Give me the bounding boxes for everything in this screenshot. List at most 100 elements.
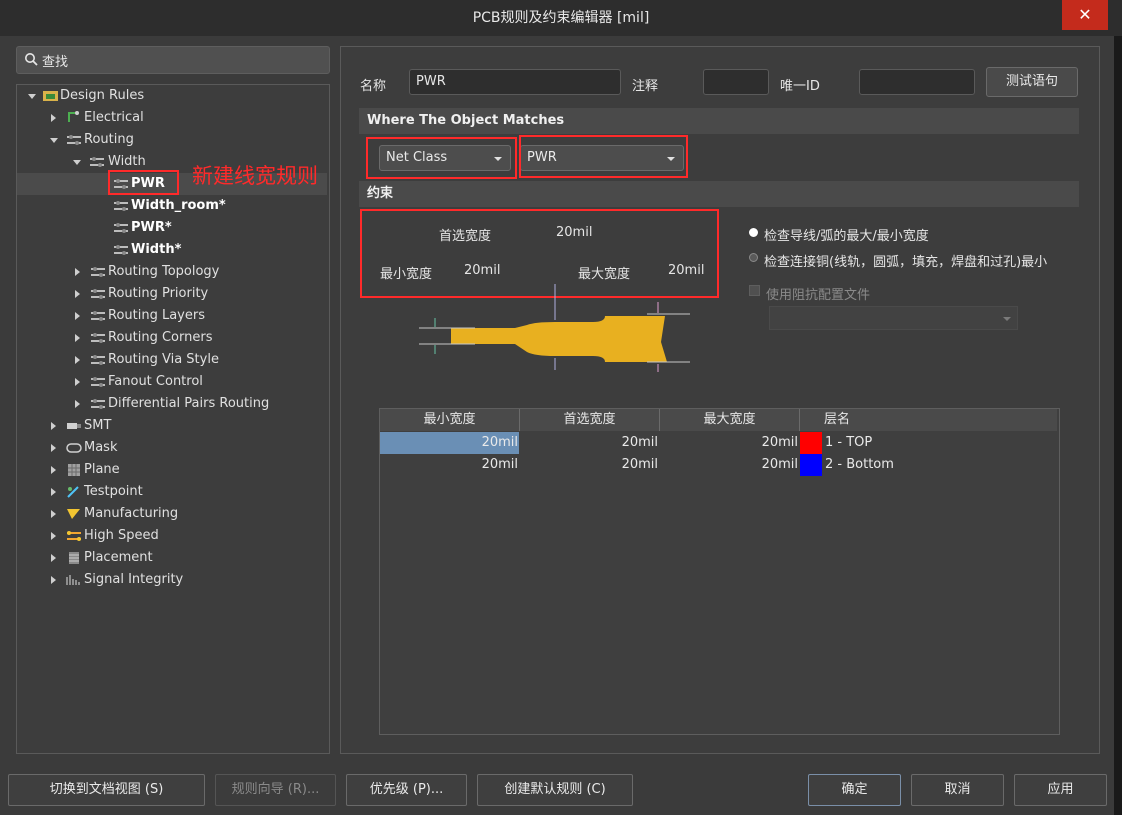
tree-item-routing-priority[interactable]: Routing Priority	[108, 283, 208, 305]
unique-id-field[interactable]	[859, 69, 975, 95]
tree-item-electrical[interactable]: Electrical	[84, 107, 144, 129]
table-cell-layer-name[interactable]: 1 - TOP	[825, 432, 872, 454]
name-label: 名称	[360, 79, 387, 94]
tree-item-manufacturing[interactable]: Manufacturing	[84, 503, 178, 525]
table-cell-preferred-width[interactable]: 20mil	[520, 432, 658, 454]
tree-item-routing-topology[interactable]: Routing Topology	[108, 261, 219, 283]
background-strip	[1114, 36, 1122, 815]
tree-item-smt[interactable]: SMT	[84, 415, 111, 437]
expand-arrow-icon[interactable]	[51, 114, 56, 122]
apply-button[interactable]: 应用	[1014, 774, 1107, 806]
electrical-icon	[68, 111, 79, 122]
mask-icon	[66, 443, 82, 453]
placement-icon	[69, 552, 79, 564]
rule-icon	[90, 157, 104, 167]
close-button[interactable]: ✕	[1062, 0, 1108, 30]
option-check-connected-copper-label: 检查连接铜(线轨，圆弧，填充，焊盘和过孔)最小	[764, 255, 1048, 270]
tree-item-routing-corners[interactable]: Routing Corners	[108, 327, 212, 349]
table-cell-preferred-width[interactable]: 20mil	[520, 454, 658, 476]
expand-arrow-icon[interactable]	[51, 510, 56, 518]
signal-integrity-icon	[66, 575, 80, 585]
tree-item-rule-width-room[interactable]: Width_room*	[131, 195, 226, 217]
rule-icon	[114, 223, 128, 233]
tree-item-routing[interactable]: Routing	[84, 129, 134, 151]
table-cell-min-width[interactable]: 20mil	[380, 432, 518, 454]
expand-arrow-icon[interactable]	[75, 312, 80, 320]
column-header-min-width[interactable]: 最小宽度	[380, 409, 519, 431]
tree-item-placement[interactable]: Placement	[84, 547, 153, 569]
collapse-arrow-icon[interactable]	[50, 138, 58, 143]
tree-item-routing-layers[interactable]: Routing Layers	[108, 305, 205, 327]
tree-item-rule-pwr-star[interactable]: PWR*	[131, 217, 172, 239]
column-header-max-width[interactable]: 最大宽度	[660, 409, 799, 431]
expand-arrow-icon[interactable]	[75, 290, 80, 298]
testpoint-icon	[67, 486, 79, 498]
expand-arrow-icon[interactable]	[51, 576, 56, 584]
tree-item-signal-integrity[interactable]: Signal Integrity	[84, 569, 183, 591]
ok-button[interactable]: 确定	[808, 774, 901, 806]
create-default-rules-button[interactable]: 创建默认规则 (C)	[477, 774, 633, 806]
option-check-track-width-label: 检查导线/弧的最大/最小宽度	[764, 229, 929, 244]
rule-icon	[91, 399, 105, 409]
manufacturing-icon	[67, 509, 80, 519]
unique-id-label: 唯一ID	[780, 79, 820, 94]
expand-arrow-icon[interactable]	[75, 400, 80, 408]
name-field[interactable]: PWR	[409, 69, 621, 95]
constraints-heading: 约束	[359, 181, 1079, 207]
search-placeholder: 查找	[42, 55, 69, 70]
test-query-button[interactable]: 测试语句	[986, 67, 1078, 97]
priorities-button[interactable]: 优先级 (P)...	[346, 774, 467, 806]
highlight-box-new-rule	[108, 170, 179, 195]
tree-item-design-rules[interactable]: Design Rules	[60, 85, 144, 107]
expand-arrow-icon[interactable]	[51, 488, 56, 496]
table-cell-layer-name[interactable]: 2 - Bottom	[825, 454, 894, 476]
column-header-layer[interactable]: 层名	[824, 409, 850, 431]
plane-icon	[68, 464, 80, 476]
chevron-down-icon	[1003, 317, 1011, 321]
folder-icon	[43, 91, 58, 101]
impedance-profile-label: 使用阻抗配置文件	[766, 288, 871, 303]
trace-width-diagram-icon	[419, 284, 690, 372]
rule-icon	[91, 377, 105, 387]
impedance-profile-checkbox[interactable]	[749, 285, 760, 296]
expand-arrow-icon[interactable]	[51, 444, 56, 452]
tree-item-mask[interactable]: Mask	[84, 437, 117, 459]
radio-check-connected-copper[interactable]	[749, 253, 758, 262]
expand-arrow-icon[interactable]	[51, 466, 56, 474]
tree-item-high-speed[interactable]: High Speed	[84, 525, 159, 547]
tree-item-testpoint[interactable]: Testpoint	[84, 481, 143, 503]
cancel-button[interactable]: 取消	[911, 774, 1004, 806]
table-cell-max-width[interactable]: 20mil	[660, 432, 798, 454]
impedance-profile-dropdown[interactable]	[769, 306, 1018, 330]
tree-item-fanout-control[interactable]: Fanout Control	[108, 371, 203, 393]
switch-to-document-view-button[interactable]: 切换到文档视图 (S)	[8, 774, 205, 806]
table-cell-min-width[interactable]: 20mil	[380, 454, 518, 476]
high-speed-icon	[67, 531, 81, 541]
column-header-preferred-width[interactable]: 首选宽度	[520, 409, 659, 431]
rule-icon	[91, 333, 105, 343]
expand-arrow-icon[interactable]	[75, 268, 80, 276]
expand-arrow-icon[interactable]	[75, 356, 80, 364]
tree-item-routing-via-style[interactable]: Routing Via Style	[108, 349, 219, 371]
rule-icon	[114, 245, 128, 255]
expand-arrow-icon[interactable]	[51, 554, 56, 562]
smt-icon	[67, 423, 81, 429]
rule-icon	[91, 289, 105, 299]
expand-arrow-icon[interactable]	[51, 422, 56, 430]
routing-icon	[67, 135, 81, 145]
radio-check-track-width[interactable]	[749, 228, 758, 237]
table-cell-max-width[interactable]: 20mil	[660, 454, 798, 476]
rule-wizard-button[interactable]: 规则向导 (R)...	[215, 774, 336, 806]
collapse-arrow-icon[interactable]	[28, 94, 36, 99]
tree-item-rule-width-star[interactable]: Width*	[131, 239, 181, 261]
expand-arrow-icon[interactable]	[51, 532, 56, 540]
tree-item-plane[interactable]: Plane	[84, 459, 120, 481]
tree-item-differential-pairs-routing[interactable]: Differential Pairs Routing	[108, 393, 269, 415]
window-title: PCB规则及约束编辑器 [mil]	[472, 10, 650, 26]
collapse-arrow-icon[interactable]	[73, 160, 81, 165]
comment-field[interactable]	[703, 69, 769, 95]
expand-arrow-icon[interactable]	[75, 334, 80, 342]
expand-arrow-icon[interactable]	[75, 378, 80, 386]
rule-icon	[91, 267, 105, 277]
comment-label: 注释	[632, 79, 659, 94]
